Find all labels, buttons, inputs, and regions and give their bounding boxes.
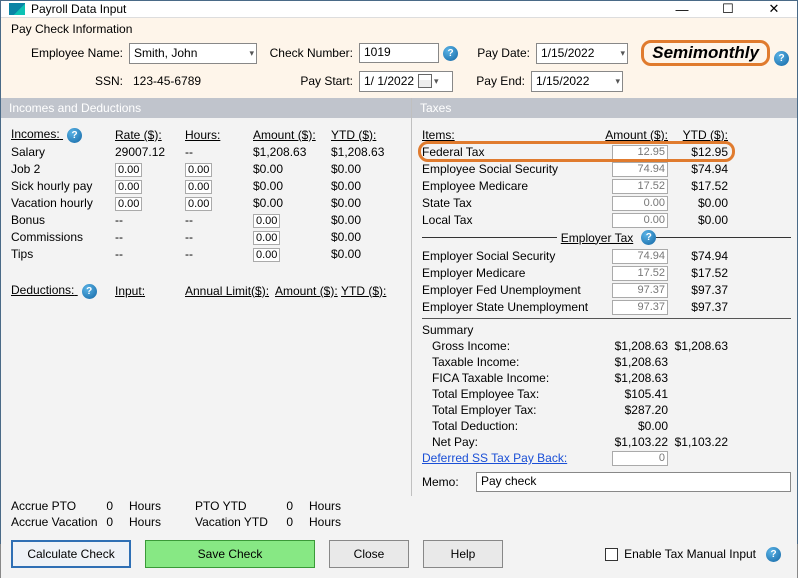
paycheck-info-title: Pay Check Information: [11, 22, 789, 36]
deferred-ss-link[interactable]: Deferred SS Tax Pay Back:: [422, 451, 602, 465]
income-row: Sick hourly pay0.000.00$0.00$0.00: [11, 177, 401, 194]
pay-period-box: Semimonthly: [641, 40, 770, 66]
enable-manual-tax-checkbox[interactable]: Enable Tax Manual Input ?: [605, 547, 781, 562]
rate-input[interactable]: 0.00: [115, 180, 142, 194]
pay-date-label: Pay Date:: [458, 46, 536, 60]
income-row: Vacation hourly0.000.00$0.00$0.00: [11, 194, 401, 211]
employer-tax-label: Employer Tax: [557, 231, 637, 245]
accrue-vacation-label: Accrue Vacation: [11, 515, 99, 529]
calendar-icon: [418, 74, 432, 88]
memo-input[interactable]: Pay check: [476, 472, 791, 492]
tax-row: State Tax0.00$0.00: [422, 194, 791, 211]
help-icon[interactable]: ?: [82, 284, 97, 299]
tax-row: Employer Fed Unemployment97.37$97.37: [422, 281, 791, 298]
help-icon[interactable]: ?: [774, 51, 789, 66]
employee-name-combo[interactable]: Smith, John▾: [129, 43, 257, 64]
chevron-down-icon: ▾: [615, 76, 620, 87]
hours-input[interactable]: 0.00: [185, 163, 212, 177]
tax-row: Employer Social Security74.94$74.94: [422, 247, 791, 264]
chevron-down-icon: ▾: [434, 76, 439, 87]
pay-start-label: Pay Start:: [257, 74, 359, 88]
pay-end-label: Pay End:: [453, 74, 531, 88]
tax-row: Employee Social Security74.94$74.94: [422, 160, 791, 177]
pay-date-combo[interactable]: 1/15/2022▾: [536, 43, 628, 64]
ssn-label: SSN:: [9, 74, 129, 88]
summary-row: Taxable Income:$1,208.63: [422, 354, 791, 370]
income-row: Job 20.000.00$0.00$0.00: [11, 160, 401, 177]
tax-row: Employer Medicare17.52$17.52: [422, 264, 791, 281]
amount-input[interactable]: 0.00: [253, 231, 280, 245]
chevron-down-icon: ▾: [620, 48, 625, 59]
income-row: Salary29007.12--$1,208.63$1,208.63: [11, 143, 401, 160]
income-row: Tips----0.00$0.00: [11, 245, 401, 262]
save-check-button[interactable]: Save Check: [145, 540, 315, 568]
amount-input[interactable]: 0.00: [253, 214, 280, 228]
incomes-deductions-header: Incomes and Deductions: [1, 98, 411, 118]
pay-start-date[interactable]: 1/ 1/2022 ▾: [359, 71, 453, 92]
tax-row: Employee Medicare17.52$17.52: [422, 177, 791, 194]
income-row: Bonus----0.00$0.00: [11, 211, 401, 228]
pay-end-combo[interactable]: 1/15/2022▾: [531, 71, 623, 92]
help-icon[interactable]: ?: [766, 547, 781, 562]
amount-input[interactable]: 0.00: [253, 248, 280, 262]
help-icon[interactable]: ?: [641, 230, 656, 245]
help-icon[interactable]: ?: [67, 128, 82, 143]
summary-row: Net Pay:$1,103.22$1,103.22: [422, 434, 791, 450]
employee-name-label: Employee Name:: [9, 46, 129, 60]
summary-title: Summary: [422, 323, 602, 337]
close-button[interactable]: Close: [329, 540, 409, 568]
calculate-check-button[interactable]: Calculate Check: [11, 540, 131, 568]
summary-row: FICA Taxable Income:$1,208.63: [422, 370, 791, 386]
hours-input[interactable]: 0.00: [185, 180, 212, 194]
maximize-button[interactable]: ☐: [705, 1, 751, 17]
paycheck-info-section: Pay Check Information Employee Name: Smi…: [1, 18, 797, 98]
titlebar: Payroll Data Input — ☐ ✕: [1, 1, 797, 18]
window-title: Payroll Data Input: [31, 2, 659, 16]
payroll-window: Payroll Data Input — ☐ ✕ Pay Check Infor…: [0, 0, 798, 544]
memo-label: Memo:: [422, 475, 476, 489]
rate-input[interactable]: 0.00: [115, 163, 142, 177]
taxes-header: Taxes: [412, 98, 797, 118]
ssn-value: 123-45-6789: [129, 74, 257, 88]
check-number-label: Check Number:: [257, 46, 359, 60]
summary-row: Total Deduction:$0.00: [422, 418, 791, 434]
close-window-button[interactable]: ✕: [751, 1, 797, 17]
hours-input[interactable]: 0.00: [185, 197, 212, 211]
rate-input[interactable]: 0.00: [115, 197, 142, 211]
chevron-down-icon: ▾: [249, 48, 254, 59]
accrue-pto-label: Accrue PTO: [11, 499, 99, 513]
check-number-input[interactable]: 1019: [359, 43, 439, 63]
tax-row: Employer State Unemployment97.37$97.37: [422, 298, 791, 315]
app-icon: [9, 3, 25, 15]
checkbox-icon: [605, 548, 618, 561]
summary-row: Total Employer Tax:$287.20: [422, 402, 791, 418]
help-icon[interactable]: ?: [443, 46, 458, 61]
summary-row: Gross Income:$1,208.63$1,208.63: [422, 338, 791, 354]
minimize-button[interactable]: —: [659, 1, 705, 17]
summary-row: Total Employee Tax:$105.41: [422, 386, 791, 402]
tax-row: Federal Tax12.95$12.95: [422, 143, 791, 160]
tax-row: Local Tax0.00$0.00: [422, 211, 791, 228]
income-row: Commissions----0.00$0.00: [11, 228, 401, 245]
help-button[interactable]: Help: [423, 540, 503, 568]
